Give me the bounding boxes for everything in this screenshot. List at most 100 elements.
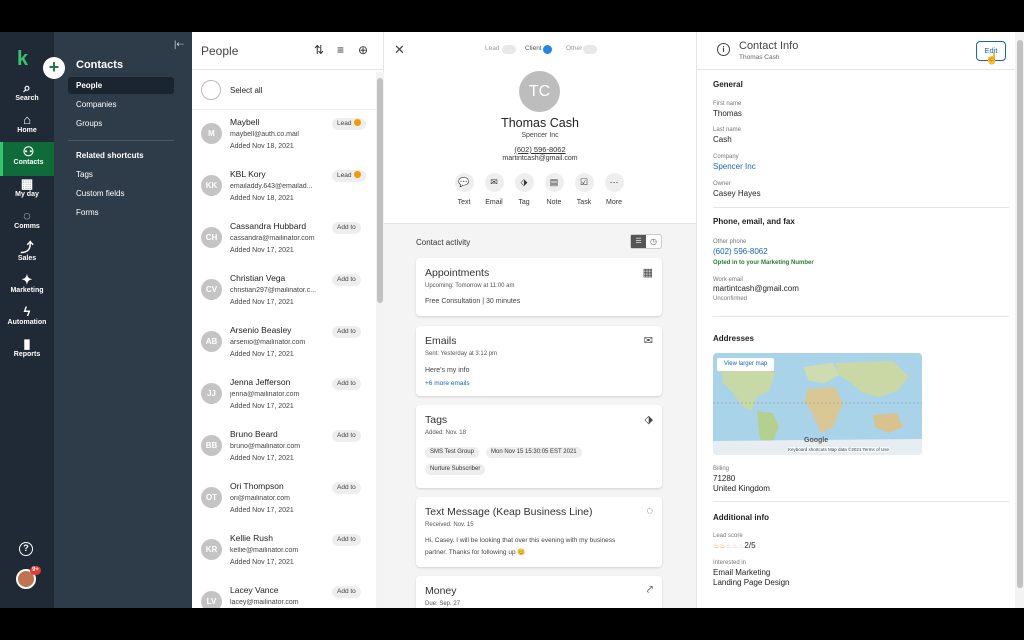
help-icon[interactable]: ?	[19, 542, 33, 556]
other-phone-link[interactable]: (602) 596-8062	[713, 247, 768, 256]
add-to-button[interactable]: Add to	[332, 274, 361, 286]
contact-name: KBL Kory	[230, 169, 266, 179]
contact-email-text[interactable]: martintcash@gmail.com	[384, 155, 696, 162]
rail-home[interactable]: ⌂ Home	[0, 112, 54, 142]
lead-badge[interactable]: Lead	[332, 170, 367, 182]
filter-icon[interactable]: ≡	[337, 43, 344, 57]
tag-chip[interactable]: Nurture Subscriber	[425, 464, 486, 475]
contact-row[interactable]: JJ Jenna Jefferson jenna@mailinator.com …	[192, 377, 376, 429]
stage-client-label[interactable]: Client	[525, 45, 542, 55]
stage-other-toggle[interactable]	[583, 45, 597, 54]
collapse-sidebar-icon[interactable]: |⇠	[174, 39, 184, 50]
email-status: Unconfirmed	[713, 296, 748, 302]
add-to-button[interactable]: Add to	[332, 378, 361, 390]
close-icon[interactable]: ✕	[394, 42, 405, 58]
company-link[interactable]: Spencer Inc	[713, 162, 756, 171]
add-to-button[interactable]: Add to	[332, 430, 361, 442]
contact-row[interactable]: KR Kellie Rush kellie@mailinator.com Add…	[192, 533, 376, 585]
stage-other-label[interactable]: Other	[566, 45, 582, 55]
sidebar-item-people[interactable]: People	[68, 77, 174, 94]
people-title: People	[201, 44, 239, 58]
stage-lead-toggle[interactable]	[502, 45, 516, 54]
work-email-value[interactable]: martintcash@gmail.com	[713, 284, 799, 293]
sort-icon[interactable]: ⇅	[314, 43, 324, 57]
sidebar-item-companies[interactable]: Companies	[68, 96, 174, 113]
emails-card[interactable]: Emails ✉ Sent: Yesterday at 3:12 pm Here…	[416, 326, 662, 396]
shortcut-custom-fields[interactable]: Custom fields	[68, 185, 174, 202]
add-to-button[interactable]: Add to	[332, 326, 361, 338]
contact-row[interactable]: KK KBL Kory emailaddy.643@emailad... Add…	[192, 169, 376, 221]
field-label: Billing	[713, 466, 730, 472]
view-toggle[interactable]: ☰ ◷	[630, 234, 662, 249]
section-divider	[713, 316, 1009, 317]
note-action[interactable]: ▤ Note	[539, 173, 569, 206]
field-label: Last name	[713, 127, 742, 133]
text-action[interactable]: 💬 Text	[449, 173, 479, 206]
more-emails-link[interactable]: +6 more emails	[425, 380, 470, 387]
text-message-card[interactable]: Text Message (Keap Business Line) ◌ Rece…	[416, 497, 662, 567]
tags-card[interactable]: Tags ⬗ Added: Nov. 18 SMS Test Group Mon…	[416, 405, 662, 488]
lead-badge[interactable]: Lead	[332, 118, 367, 130]
scroll-thumb[interactable]	[377, 78, 383, 303]
contact-avatar: M	[201, 123, 222, 144]
select-all-checkbox[interactable]	[201, 80, 221, 100]
address-map[interactable]: View larger map Google Keyboard shortcut…	[713, 353, 922, 455]
rail-sales[interactable]: ⤴ Sales	[0, 240, 54, 270]
timeline-view-icon[interactable]: ◷	[646, 235, 661, 248]
shortcut-tags[interactable]: Tags	[68, 166, 174, 183]
rail-comms[interactable]: ◌ Comms	[0, 208, 54, 238]
field-label: Company	[713, 154, 739, 160]
contact-avatar: AB	[201, 331, 222, 352]
field-label: Work email	[713, 277, 743, 283]
field-label: Owner	[713, 181, 731, 187]
contact-phone-link[interactable]: (602) 596-8062	[384, 145, 696, 154]
money-card[interactable]: Money ⤤ Due: Sep. 27	[416, 576, 662, 608]
appointments-card[interactable]: Appointments ▦ Upcoming: Tomorrow at 11:…	[416, 258, 662, 316]
contact-email: jenna@mailinator.com	[230, 391, 300, 398]
more-action[interactable]: ⋯ More	[599, 173, 629, 206]
rail-automation[interactable]: ϟ Automation	[0, 304, 54, 334]
map-footer[interactable]: Keyboard shortcuts Map data ©2021 Terms …	[788, 447, 890, 452]
scroll-thumb[interactable]	[1017, 40, 1023, 588]
contact-row[interactable]: M Maybell maybell@auth.co.mail Added Nov…	[192, 117, 376, 169]
add-to-button[interactable]: Add to	[332, 222, 361, 234]
contact-row[interactable]: CV Christian Vega christian297@mailinato…	[192, 273, 376, 325]
contact-avatar: OT	[201, 487, 222, 508]
add-to-button[interactable]: Add to	[332, 534, 361, 546]
contact-row[interactable]: AB Arsenio Beasley arsenio@mailinator.co…	[192, 325, 376, 377]
tag-action[interactable]: ⬗ Tag	[509, 173, 539, 206]
rail-my-day[interactable]: ▦ My day	[0, 176, 54, 206]
shortcut-forms[interactable]: Forms	[68, 204, 174, 221]
contact-name: Cassandra Hubbard	[230, 221, 307, 231]
lead-dot-icon	[354, 119, 362, 126]
tag-chip[interactable]: Mon Nov 15 15:30:05 EST 2021	[486, 447, 582, 458]
contact-row[interactable]: BB Bruno Beard bruno@mailinator.com Adde…	[192, 429, 376, 481]
keap-logo[interactable]: k	[17, 48, 28, 71]
email-action[interactable]: ✉ Email	[479, 173, 509, 206]
add-button[interactable]: +	[43, 57, 65, 79]
opted-in-status: Opted in to your Marketing Number	[713, 260, 814, 266]
contact-row[interactable]: CH Cassandra Hubbard cassandra@mailinato…	[192, 221, 376, 273]
rail-search[interactable]: ⌕ Search	[0, 80, 54, 110]
contact-row[interactable]: LV Lacey Vance lacey@mailinator.com Add …	[192, 585, 376, 608]
automation-icon: ϟ	[23, 304, 31, 319]
people-scrollbar[interactable]	[376, 72, 384, 608]
stage-client-toggle[interactable]	[543, 45, 552, 54]
add-to-button[interactable]: Add to	[332, 586, 361, 598]
action-label: More	[606, 199, 622, 206]
rail-contacts[interactable]: ⚇ Contacts	[0, 142, 54, 176]
add-contact-icon[interactable]: ⊕	[358, 43, 368, 57]
contact-email: ori@mailinator.com	[230, 495, 291, 502]
view-larger-map-button[interactable]: View larger map	[717, 358, 775, 371]
add-to-button[interactable]: Add to	[332, 482, 361, 494]
contact-row[interactable]: OT Ori Thompson ori@mailinator.com Added…	[192, 481, 376, 533]
card-subtitle: Added: Nov. 18	[425, 430, 466, 436]
rail-marketing[interactable]: ✦ Marketing	[0, 272, 54, 302]
list-view-icon[interactable]: ☰	[631, 235, 646, 248]
sidebar-item-groups[interactable]: Groups	[68, 115, 174, 132]
stage-lead-label[interactable]: Lead	[485, 45, 499, 55]
task-action[interactable]: ☑ Task	[569, 173, 599, 206]
info-scrollbar[interactable]	[1015, 32, 1024, 608]
rail-reports[interactable]: ▮ Reports	[0, 336, 54, 366]
tag-chip[interactable]: SMS Test Group	[425, 447, 479, 458]
